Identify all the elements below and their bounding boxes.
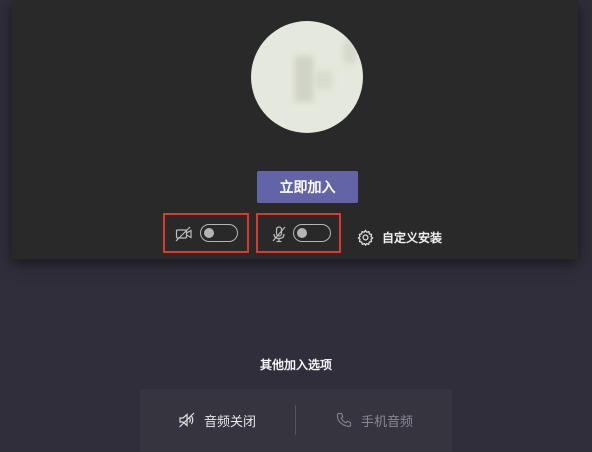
join-now-button[interactable]: 立即加入 [257,171,358,203]
avatar-blurred-initial [344,41,356,63]
phone-audio-option[interactable]: 手机音频 [335,409,413,431]
custom-setup-label: 自定义安装 [382,230,443,245]
camera-toggle[interactable] [200,224,238,242]
audio-off-label: 音频关闭 [204,414,257,430]
divider [295,405,296,435]
gear-icon [357,228,374,246]
pre-join-screen: 立即加入 自定义安装 其他加入选项 音频关闭 手机音频 [0,0,592,452]
phone-audio-label: 手机音频 [361,414,414,430]
phone-icon [335,411,353,429]
avatar-blurred-initial [315,71,333,89]
custom-setup-button[interactable]: 自定义安装 [357,226,442,248]
camera-control-group [163,213,249,253]
toggle-knob [297,227,307,238]
speaker-off-icon [178,411,196,429]
microphone-off-icon [270,225,288,243]
microphone-toggle[interactable] [293,224,331,242]
microphone-control-group [256,213,341,253]
audio-off-option[interactable]: 音频关闭 [178,409,256,431]
other-join-options-title: 其他加入选项 [259,358,332,372]
camera-off-icon [175,225,193,243]
avatar [251,21,363,133]
video-preview-card: 立即加入 自定义安装 [12,0,578,259]
avatar-blurred-initial [295,56,313,102]
other-join-options-panel: 音频关闭 手机音频 [140,389,452,452]
toggle-knob [204,227,214,238]
